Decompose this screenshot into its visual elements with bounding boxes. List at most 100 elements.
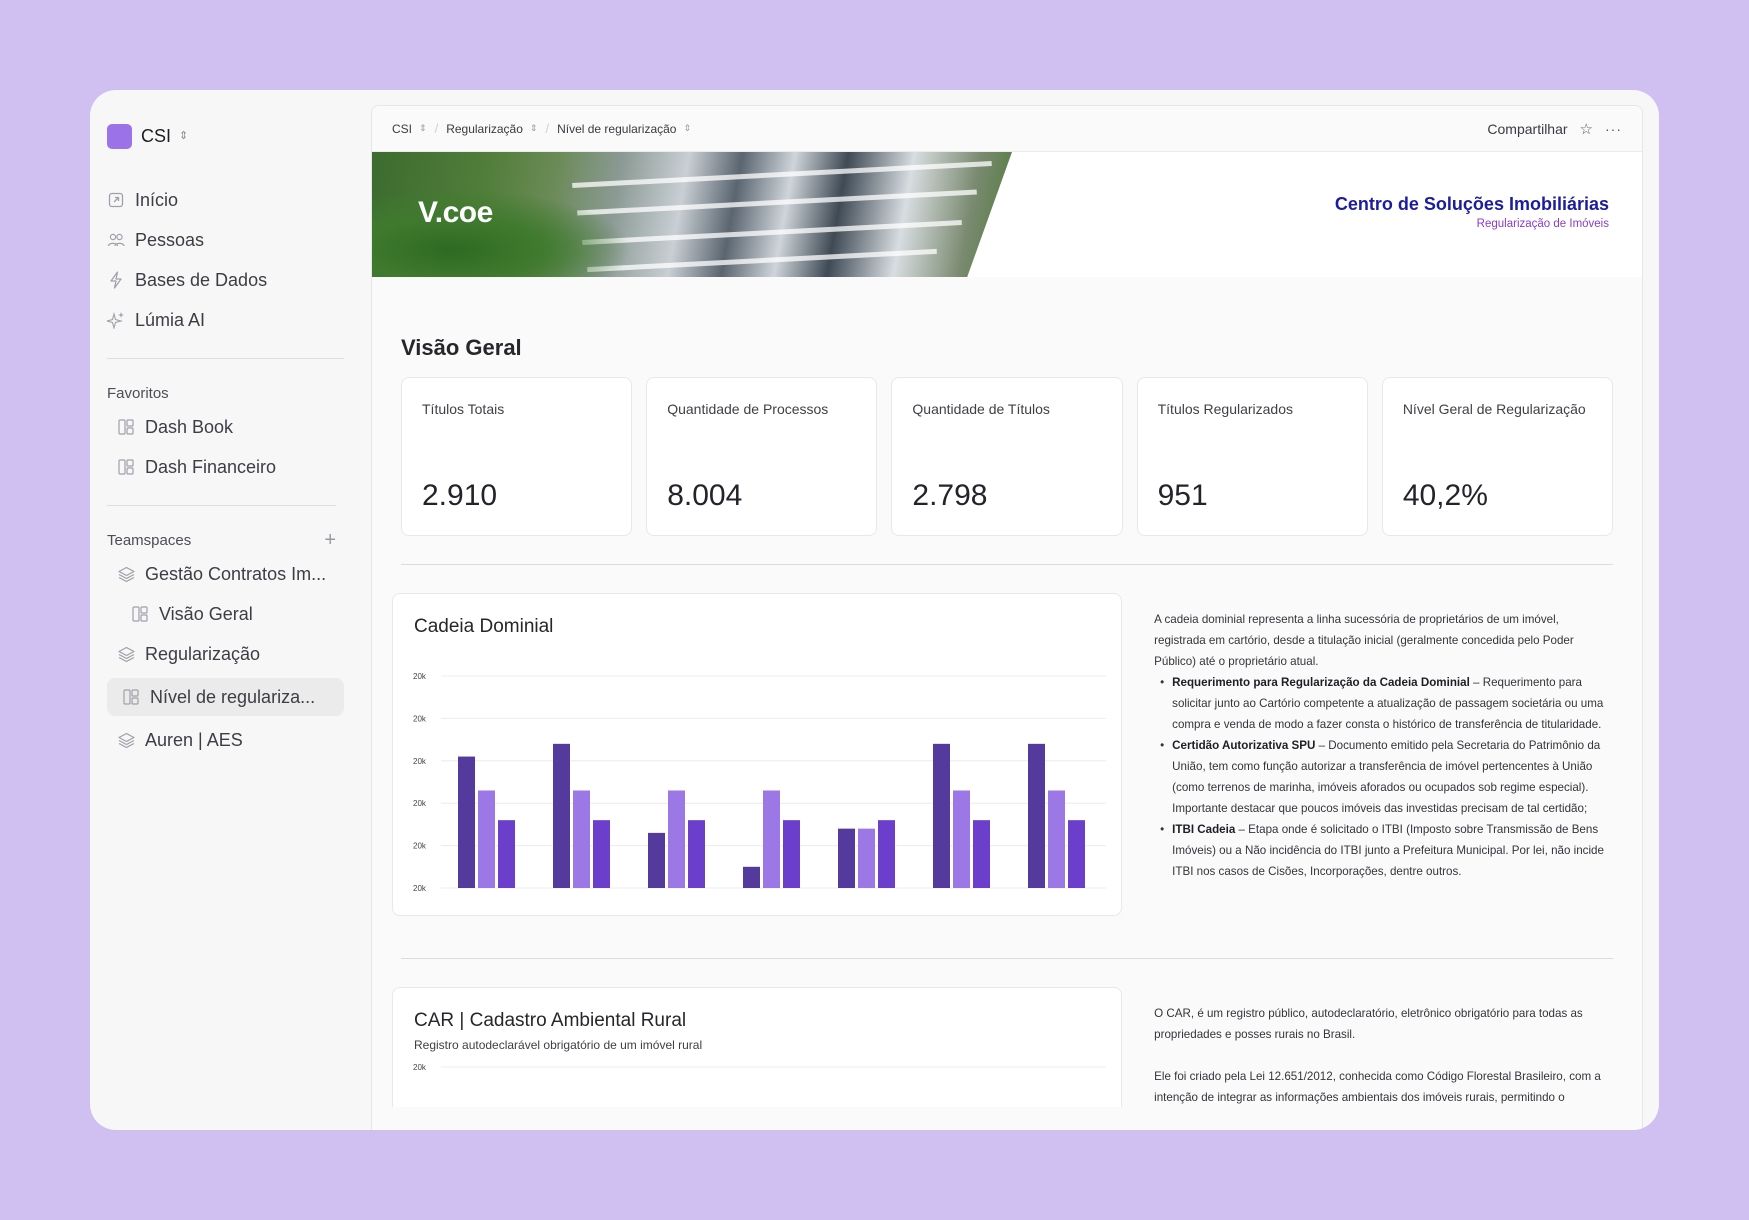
kpi-card: Nível Geral de Regularização 40,2% [1381,377,1614,536]
banner-title-block: Centro de Soluções Imobiliárias Regulari… [1335,194,1609,230]
cadeia-bullet-list: Requerimento para Regularização da Cadei… [1154,672,1613,882]
breadcrumb-item-nivel[interactable]: Nível de regularização ⇕ [557,122,691,136]
dashboard-icon [117,418,135,436]
breadcrumb-item-regularizacao[interactable]: Regularização ⇕ [446,122,537,136]
external-link-icon [107,191,125,209]
section-divider [401,958,1613,959]
sidebar-item-auren-aes[interactable]: Auren | AES [107,720,344,760]
sidebar-item-lumia-ai[interactable]: Lúmia AI [107,300,344,340]
chart-bar [648,832,665,888]
breadcrumb-separator: / [545,121,550,136]
sidebar: CSI ⇕ Início Pessoas Bases de Dados Lúmi… [90,90,352,1130]
share-button[interactable]: Compartilhar [1487,121,1567,137]
chart-bar [858,828,875,888]
chart-bar [838,828,855,888]
chevron-updown-icon: ⇕ [179,129,189,142]
chart-bar [743,866,760,888]
dashboard-icon [131,605,149,623]
dashboard-icon [117,458,135,476]
list-item: Certidão Autorizativa SPU – Documento em… [1160,735,1613,819]
chart-bar [1028,743,1045,888]
sidebar-item-bases-de-dados[interactable]: Bases de Dados [107,260,344,300]
y-tick-label: 20k [413,799,427,808]
kpi-label: Títulos Totais [422,401,505,417]
sidebar-item-regularizacao[interactable]: Regularização [107,634,344,674]
kpi-label: Títulos Regularizados [1157,401,1294,417]
main-panel: CSI ⇕ / Regularização ⇕ / Nível de regul… [371,105,1643,1130]
breadcrumb-item-csi[interactable]: CSI ⇕ [392,122,427,136]
y-tick-label: 20k [413,757,427,766]
cadeia-description: A cadeia dominial representa a linha suc… [1154,593,1613,882]
bullet-term: ITBI Cadeia [1172,823,1236,836]
car-description: O CAR, é um registro público, autodeclar… [1154,987,1613,1108]
sidebar-item-gestao-contratos[interactable]: Gestão Contratos Im... [107,554,344,594]
kpi-value: 8.004 [667,479,743,512]
kpi-value: 2.910 [422,479,498,512]
chart-bar [593,820,610,888]
chevron-updown-icon: ⇕ [419,123,427,133]
banner-title: Centro de Soluções Imobiliárias [1334,194,1609,214]
kpi-label: Nível Geral de Regularização [1402,401,1586,417]
workspace-switcher[interactable]: CSI ⇕ [107,120,344,152]
chart-bar [953,790,970,888]
sidebar-item-dash-financeiro[interactable]: Dash Financeiro [107,447,344,487]
chart-bar [1068,820,1085,888]
favorites-label: Favoritos [107,384,169,402]
kpi-label: Quantidade de Processos [667,401,829,417]
chart-bar [973,820,990,888]
kpi-value: 40,2% [1402,479,1488,512]
section-divider [401,564,1613,565]
sidebar-item-label: Dash Financeiro [145,456,277,477]
chart-bar [1048,790,1065,888]
chart-bar [688,820,705,888]
sidebar-item-label: Auren | AES [145,729,243,750]
topbar: CSI ⇕ / Regularização ⇕ / Nível de regul… [372,106,1642,152]
bullet-term: Certidão Autorizativa SPU [1172,739,1316,752]
breadcrumb-label: Regularização [446,121,523,136]
sparkle-icon [107,311,125,329]
list-item: ITBI Cadeia – Etapa onde é solicitado o … [1160,819,1613,882]
sidebar-item-label: Visão Geral [159,603,253,624]
sidebar-item-dash-book[interactable]: Dash Book [107,407,344,447]
sidebar-item-label: Gestão Contratos Im... [145,563,327,584]
y-tick-label: 20k [413,842,427,851]
cadeia-section: Cadeia Dominial 20k 20k 20k 20k 20k 20k A cad… [392,593,1613,916]
y-tick-label: 20k [413,884,427,893]
chart-bar [668,790,685,888]
kpi-value: 951 [1157,479,1208,512]
car-paragraph: Ele foi criado pela Lei 12.651/2012, con… [1154,1070,1601,1104]
breadcrumb: CSI ⇕ / Regularização ⇕ / Nível de regul… [392,121,691,136]
sidebar-item-inicio[interactable]: Início [107,180,344,220]
car-paragraph: O CAR, é um registro público, autodeclar… [1154,1007,1583,1041]
bullet-text: – Etapa onde é solicitado o ITBI (Impost… [1172,823,1604,878]
layers-icon [117,731,135,749]
chevron-updown-icon: ⇕ [529,123,538,133]
kpi-label: Quantidade de Títulos [912,401,1050,417]
sidebar-item-label: Regularização [145,643,261,664]
dashboard-icon [122,688,140,706]
favorites-heading: Favoritos [107,379,344,407]
breadcrumb-label: Nível de regularização [557,121,677,136]
sidebar-item-label: Dash Book [145,416,234,437]
sidebar-item-pessoas[interactable]: Pessoas [107,220,344,260]
chart-bar [933,743,950,888]
star-icon[interactable]: ☆ [1580,120,1593,138]
people-icon [107,231,125,249]
workspace-name: CSI [141,125,172,146]
sidebar-item-nivel-regularizacao[interactable]: Nível de regulariza... [107,678,344,716]
sidebar-item-visao-geral[interactable]: Visão Geral [107,594,344,634]
cadeia-intro: A cadeia dominial representa a linha suc… [1154,613,1574,668]
add-teamspace-icon[interactable]: + [324,529,336,552]
chart-bar [878,820,895,888]
topbar-actions: Compartilhar ☆ ··· [1487,120,1622,138]
layers-icon [117,565,135,583]
chart-bar [573,790,590,888]
more-icon[interactable]: ··· [1605,121,1622,137]
kpi-card: Quantidade de Títulos 2.798 [891,377,1123,536]
teamspaces-label: Teamspaces [107,531,192,549]
chart-bar [498,820,515,888]
list-item: Requerimento para Regularização da Cadei… [1160,672,1613,735]
chart-bar [553,743,570,888]
cadeia-bar-chart: 20k 20k 20k 20k 20k 20k [413,672,1106,893]
y-tick-label: 20k [413,1063,427,1072]
